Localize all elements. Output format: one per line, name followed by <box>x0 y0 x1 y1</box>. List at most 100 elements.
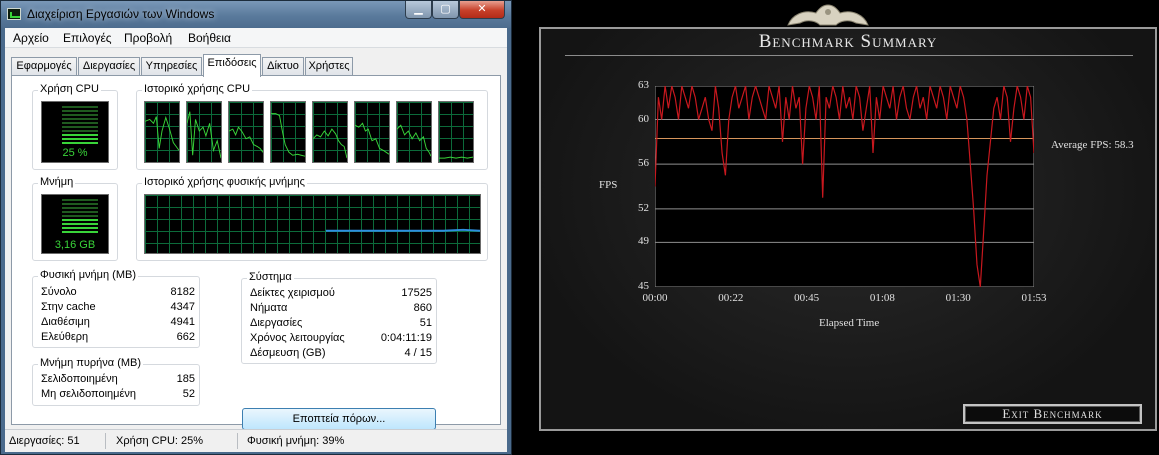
menu-options[interactable]: Επιλογές <box>63 31 112 45</box>
cpu-core-graph-7 <box>396 101 432 163</box>
menu-file[interactable]: Αρχείο <box>13 31 49 45</box>
cpu-usage-meter: 25 % <box>41 101 109 163</box>
memory-label: Μνήμη <box>38 176 76 188</box>
cpu-usage-level-bars <box>62 106 98 146</box>
meter-bar <box>62 130 98 132</box>
task-manager-window: Διαχείριση Εργασιών των Windows ▁ ▢ ✕ Αρ… <box>0 0 512 455</box>
stat-value: 860 <box>413 302 432 314</box>
meter-bar <box>62 106 98 108</box>
cpu-core-graph-2 <box>186 101 222 163</box>
tab-networking[interactable]: Δίκτυο <box>262 57 304 76</box>
tab-services[interactable]: Υπηρεσίες <box>141 57 202 76</box>
cpu-usage-group: Χρήση CPU 25 % <box>32 83 118 170</box>
y-tick-label: 45 <box>638 280 649 292</box>
cpu-core-line-1 <box>145 115 179 151</box>
title-divider <box>565 55 1133 56</box>
tab-users[interactable]: Χρήστες <box>305 57 353 76</box>
memory-group: Μνήμη 3,16 GB <box>32 176 118 261</box>
meter-bar <box>62 231 98 233</box>
stat-row: Δείκτες χειρισμού 17525 <box>250 287 432 301</box>
status-bar: Διεργασίες: 51 Χρήση CPU: 25% Φυσική μνή… <box>5 429 507 452</box>
exit-benchmark-button[interactable]: Exit Benchmark <box>963 404 1142 424</box>
stat-label: Σύνολο <box>41 286 77 298</box>
x-tick-label: 00:00 <box>642 292 668 304</box>
tab-performance[interactable]: Επιδόσεις <box>203 54 261 77</box>
y-tick-label: 60 <box>638 112 649 125</box>
cpu-core-line-6 <box>355 122 389 155</box>
menu-view[interactable]: Προβολή <box>124 31 172 45</box>
average-fps-label: Average FPS: 58.3 <box>1051 139 1134 151</box>
x-tick-label: 01:08 <box>869 292 895 304</box>
stat-label: Νήματα <box>250 302 288 314</box>
stat-row: Δέσμευση (GB) 4 / 15 <box>250 347 432 361</box>
stat-row: Χρόνος λειτουργίας 0:04:11:19 <box>250 332 432 346</box>
cpu-core-graph-3 <box>228 101 264 163</box>
stat-row: Διεργασίες 51 <box>250 317 432 331</box>
x-tick-label: 00:45 <box>794 292 820 304</box>
stat-row: Σύνολο 8182 <box>41 286 195 300</box>
meter-bar <box>62 199 98 201</box>
memory-history-line <box>325 228 480 232</box>
maximize-button[interactable]: ▢ <box>432 1 459 19</box>
stat-value: 51 <box>419 317 432 329</box>
meter-bar <box>62 227 98 229</box>
cpu-core-line-2 <box>187 111 221 159</box>
memory-value: 3,16 GB <box>54 239 96 251</box>
menu-help[interactable]: Βοήθεια <box>188 31 231 45</box>
performance-panel: Χρήση CPU 25 % Ιστορικό χρήσης CPU Μνήμη… <box>11 75 501 430</box>
memory-meter: 3,16 GB <box>41 194 109 254</box>
stat-value: 4 / 15 <box>404 347 432 359</box>
stat-value: 17525 <box>401 287 432 299</box>
meter-bar <box>62 215 98 217</box>
minimize-button[interactable]: ▁ <box>405 1 432 19</box>
stat-value: 4941 <box>170 316 195 328</box>
tab-applications[interactable]: Εφαρμογές <box>11 57 77 76</box>
y-tick-label: 56 <box>638 157 649 170</box>
meter-bar <box>62 219 98 221</box>
cpu-usage-value: 25 % <box>62 147 88 159</box>
cpu-core-line-3 <box>229 126 263 153</box>
cpu-core-line-4 <box>271 113 305 157</box>
task-manager-app-icon <box>7 8 21 20</box>
meter-bar <box>62 118 98 120</box>
stat-value: 185 <box>176 373 195 385</box>
system-group: Σύστημα Δείκτες χειρισμού 17525 Νήματα 860… <box>241 271 437 364</box>
stat-row: Μη σελιδοποιημένη 52 <box>41 388 195 402</box>
y-tick-label: 49 <box>638 235 649 248</box>
stat-label: Δέσμευση (GB) <box>250 347 326 359</box>
cpu-history-label: Ιστορικό χρήσης CPU <box>142 83 253 95</box>
stat-value: 52 <box>182 388 195 400</box>
meter-bar <box>62 223 98 225</box>
y-tick-label: 63 <box>638 79 649 91</box>
cpu-core-line-8 <box>439 156 473 159</box>
status-memory: Φυσική μνήμη: 39% <box>247 435 345 447</box>
physical-memory-group: Φυσική μνήμη (MB) Σύνολο 8182 Στην cache 4… <box>32 269 200 348</box>
resource-monitor-button[interactable]: Εποπτεία πόρων... <box>242 408 436 430</box>
meter-bar <box>62 138 98 140</box>
meter-bar <box>62 134 98 136</box>
stat-label: Μη σελιδοποιημένη <box>41 388 137 400</box>
meter-bar <box>62 142 98 144</box>
close-button[interactable]: ✕ <box>459 1 505 19</box>
stat-row: Νήματα 860 <box>250 302 432 316</box>
physical-memory-label: Φυσική μνήμη (MB) <box>38 269 138 281</box>
y-tick-label: 52 <box>638 201 649 214</box>
x-axis-label: Elapsed Time <box>819 317 880 329</box>
stat-value: 8182 <box>170 286 195 298</box>
fps-chart <box>655 86 1034 287</box>
meter-bar <box>62 203 98 205</box>
cpu-core-graph-1 <box>144 101 180 163</box>
cpu-core-graph-8 <box>438 101 474 163</box>
kernel-memory-label: Μνήμη πυρήνα (MB) <box>38 357 144 369</box>
status-divider <box>105 433 106 449</box>
window-client-area: Αρχείο Επιλογές Προβολή Βοήθεια Εφαρμογέ… <box>5 28 507 452</box>
crest-ornament-icon <box>787 4 869 26</box>
meter-bar <box>62 207 98 209</box>
stat-label: Χρόνος λειτουργίας <box>250 332 345 344</box>
memory-history-group: Ιστορικό χρήσης φυσικής μνήμης <box>136 176 488 261</box>
stat-value: 662 <box>176 331 195 343</box>
y-axis-label: FPS <box>599 179 618 191</box>
tab-processes[interactable]: Διεργασίες <box>78 57 140 76</box>
fps-chart-svg <box>655 86 1034 287</box>
meter-bar <box>62 114 98 116</box>
